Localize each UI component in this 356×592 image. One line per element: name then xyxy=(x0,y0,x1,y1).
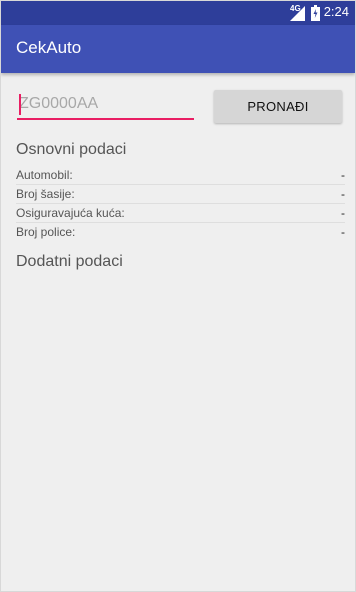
license-plate-input[interactable] xyxy=(17,90,194,120)
insurer-value: - xyxy=(341,206,345,220)
app-bar: CekAuto xyxy=(1,25,355,73)
insurer-label: Osiguravajuća kuća: xyxy=(16,206,125,220)
chassis-label: Broj šasije: xyxy=(16,187,75,201)
car-value: - xyxy=(341,168,345,182)
find-button[interactable]: PRONAĐI xyxy=(214,90,342,123)
car-label: Automobil: xyxy=(16,168,73,182)
network-type-label: 4G xyxy=(290,4,301,13)
info-row-policy: Broj police: - xyxy=(16,223,345,241)
battery-icon xyxy=(311,5,320,21)
chassis-value: - xyxy=(341,187,345,201)
clock: 2:24 xyxy=(323,4,349,19)
info-row-chassis: Broj šasije: - xyxy=(16,185,345,204)
app-screen: 4G 2:24 CekAuto PRONAĐI Osnovni podaci A… xyxy=(0,0,356,592)
status-bar: 4G 2:24 xyxy=(1,1,355,25)
extra-info-title: Dodatni podaci xyxy=(16,253,123,270)
policy-label: Broj police: xyxy=(16,225,76,239)
basic-info-title: Osnovni podaci xyxy=(16,141,127,158)
text-cursor xyxy=(19,94,21,115)
info-row-car: Automobil: - xyxy=(16,166,345,185)
info-row-insurer: Osiguravajuća kuća: - xyxy=(16,204,345,223)
policy-value: - xyxy=(341,225,345,239)
app-title: CekAuto xyxy=(16,38,82,57)
basic-info-table: Automobil: - Broj šasije: - Osiguravajuć… xyxy=(16,166,345,241)
